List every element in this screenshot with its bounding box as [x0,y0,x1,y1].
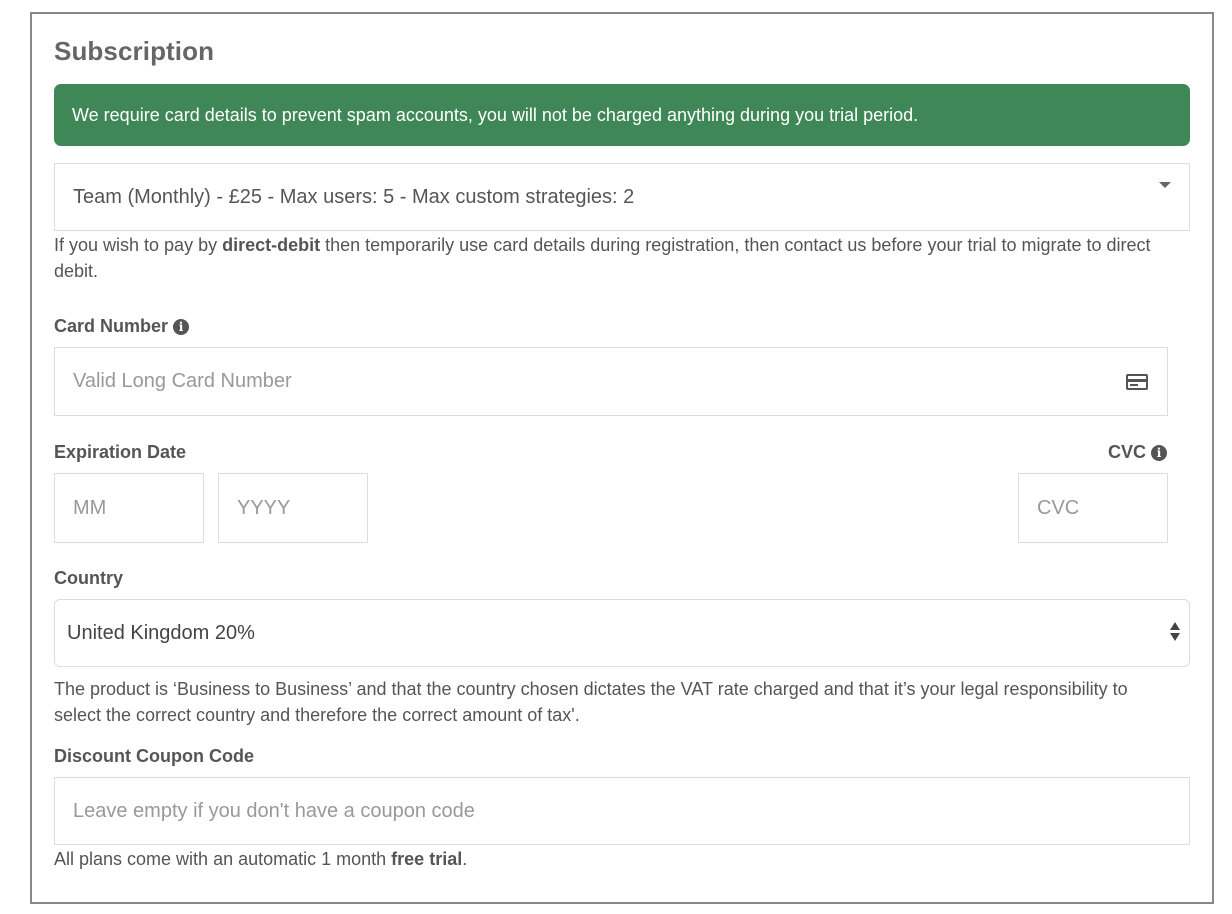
country-select[interactable]: United Kingdom 20% [54,599,1190,667]
info-alert: We require card details to prevent spam … [54,84,1190,146]
section-title: Subscription [54,36,215,66]
subscription-panel: Subscription We require card details to … [30,12,1214,904]
plan-select[interactable]: Team (Monthly) - £25 - Max users: 5 - Ma… [54,163,1190,231]
credit-card-icon [1126,373,1148,390]
info-alert-text: We require card details to prevent spam … [72,104,919,125]
cvc-label: CVC i [1108,442,1168,463]
coupon-label: Discount Coupon Code [54,746,254,766]
updown-arrows-icon [1170,622,1180,644]
free-trial-emphasis: free trial [391,849,463,869]
info-circle-icon[interactable]: i [1151,445,1168,461]
expiration-month-input[interactable] [54,473,204,543]
country-label: Country [54,568,123,588]
card-number-input[interactable] [54,347,1108,416]
expiration-year-input[interactable] [218,473,368,543]
info-circle-icon[interactable]: i [173,319,190,335]
vat-help-text: The product is ‘Business to Business’ an… [54,679,1128,725]
card-number-label: Card Number i [54,316,190,337]
direct-debit-emphasis: direct-debit [222,235,321,255]
trial-note: All plans come with an automatic 1 month… [54,849,468,869]
chevron-down-icon [1159,182,1171,188]
expiration-date-label: Expiration Date [54,442,187,462]
cvc-input[interactable] [1018,473,1168,543]
direct-debit-help: If you wish to pay by direct-debit then … [54,235,1151,281]
coupon-input[interactable] [54,777,1190,845]
card-number-addon [1107,347,1168,416]
country-select-value: United Kingdom 20% [67,621,255,644]
plan-select-value: Team (Monthly) - £25 - Max users: 5 - Ma… [73,185,635,208]
